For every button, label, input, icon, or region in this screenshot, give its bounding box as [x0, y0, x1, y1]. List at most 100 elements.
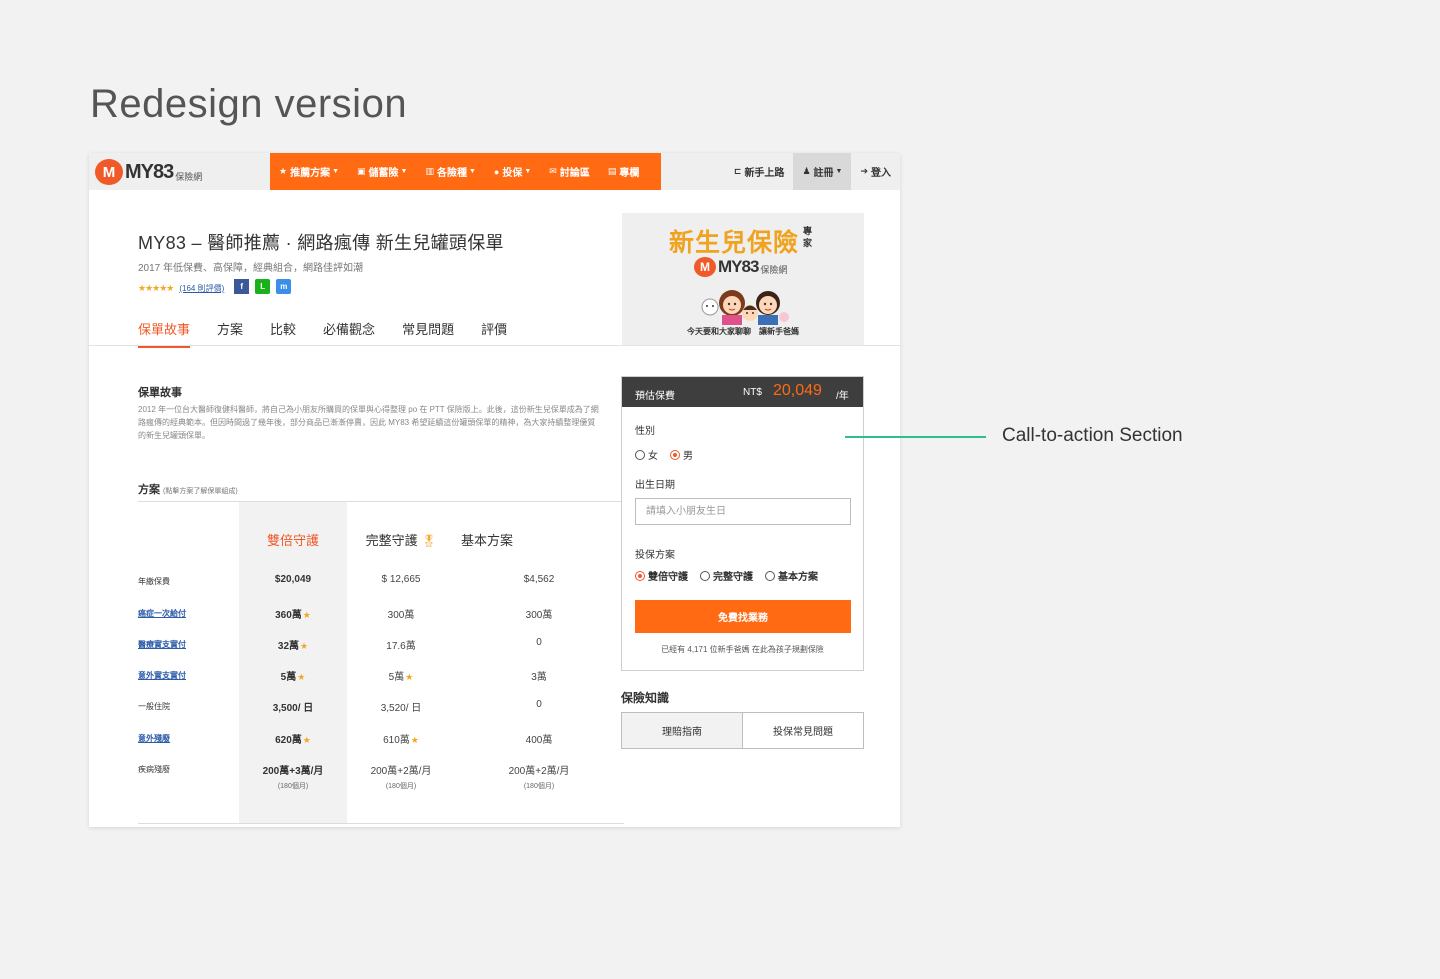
- table-cell: 200萬+2萬/月 (180個月): [485, 762, 593, 791]
- messenger-icon[interactable]: m: [276, 279, 292, 294]
- radio-icon: [700, 570, 710, 581]
- table-cell: 17.6萬: [347, 637, 455, 652]
- birthday-input[interactable]: [635, 498, 851, 525]
- story-body: 2012 年一位台大醫師復健科醫師，將自己為小朋友所購買的保單與心得整理 po …: [138, 405, 599, 440]
- plans-heading-text: 方案: [138, 484, 160, 496]
- login-link[interactable]: ➔ 登入: [851, 153, 900, 190]
- family-illustration-icon: [701, 290, 789, 325]
- menu-label: 討論區: [559, 168, 590, 179]
- site-logo[interactable]: M MY83 保險網: [95, 159, 202, 185]
- star-icon: ★: [405, 672, 414, 682]
- cell-value: 360萬: [275, 610, 302, 621]
- menu-label: 專欄: [619, 168, 640, 179]
- sign-in-icon: ➔: [860, 166, 868, 176]
- newborn-insurance-banner[interactable]: 新生兒保險 專家 M MY83 保險網 今天要和大家聊聊 讓新手爸媽: [622, 213, 864, 345]
- currency-label: NT$: [743, 387, 762, 398]
- book-icon: ▤: [607, 166, 617, 176]
- banner-title: 新生兒保險: [669, 229, 800, 257]
- menu-apply[interactable]: ● 投保 ▼: [493, 164, 531, 180]
- table-cell: 400萬: [485, 731, 593, 746]
- table-cell: $20,049: [239, 574, 347, 585]
- cell-value: 5萬: [280, 672, 297, 683]
- cell-value: 5萬: [388, 672, 405, 683]
- star-icon: ★: [300, 641, 309, 651]
- menu-label: 各險種: [436, 168, 467, 179]
- plan-double-radio[interactable]: 雙倍守護: [635, 568, 688, 583]
- cell-value: 620萬: [275, 735, 302, 746]
- cell-value: 17.6萬: [386, 641, 416, 652]
- logo-mark-icon: M: [694, 257, 716, 277]
- divider: [138, 501, 624, 502]
- review-count-link[interactable]: (164 則評價): [179, 283, 224, 294]
- row-label[interactable]: 意外實支實付: [138, 670, 186, 681]
- row-label[interactable]: 醫療實支實付: [138, 639, 186, 650]
- banner-expert: 專家: [803, 226, 813, 248]
- radio-label: 基本方案: [778, 572, 818, 583]
- cell-value: 610萬: [383, 735, 410, 746]
- star-icon: ★: [297, 672, 306, 682]
- find-agent-button[interactable]: 免費找業務: [635, 600, 851, 633]
- cell-value: 0: [536, 699, 542, 710]
- tab-story[interactable]: 保單故事: [138, 319, 191, 348]
- banner-logo-text: MY83: [718, 257, 759, 276]
- plans-hint: (點擊方案了解保單組成): [163, 488, 238, 495]
- logo-subtext: 保險網: [175, 171, 203, 182]
- star-icon: ★: [302, 610, 311, 620]
- table-cell: 3,500/ 日: [239, 699, 347, 714]
- menu-recommended[interactable]: ★ 推薦方案 ▼: [279, 164, 339, 179]
- menu-forum[interactable]: ✉ 討論區: [549, 164, 590, 179]
- estimated-price: 20,049: [773, 382, 822, 399]
- claims-guide-button[interactable]: 理賠指南: [622, 713, 743, 748]
- info-icon: ●: [493, 166, 500, 177]
- newbie-label: 新手上路: [744, 168, 785, 179]
- knowledge-buttons: 理賠指南 投保常見問題: [621, 712, 864, 749]
- row-label[interactable]: 意外殘廢: [138, 733, 170, 744]
- logo-mark-icon: M: [95, 159, 123, 185]
- plan-basic-radio[interactable]: 基本方案: [765, 568, 818, 583]
- menu-columns[interactable]: ▤ 專欄: [608, 164, 640, 179]
- share-buttons: f L m: [234, 279, 292, 294]
- plan-complete-radio[interactable]: 完整守護: [700, 568, 753, 583]
- menu-label: 推薦方案: [290, 168, 331, 179]
- gender-female-radio[interactable]: 女: [635, 447, 658, 462]
- line-icon[interactable]: L: [255, 279, 271, 294]
- apply-faq-button[interactable]: 投保常見問題: [743, 713, 863, 748]
- tab-plans[interactable]: 方案: [217, 319, 243, 348]
- radio-label: 完整守護: [713, 572, 753, 583]
- annotation-label: Call-to-action Section: [1002, 425, 1183, 446]
- table-cell: 32萬★: [239, 637, 347, 652]
- tab-compare[interactable]: 比較: [270, 319, 296, 348]
- product-title: MY83 – 醫師推薦 · 網路瘋傳 新生兒罐頭保單: [138, 233, 504, 253]
- tab-concepts[interactable]: 必備觀念: [323, 319, 375, 348]
- main-menu: ★ 推薦方案 ▼ ▣ 儲蓄險 ▼ ▥ 各險種 ▼ ● 投保 ▼ ✉ 討論區 ▤ …: [270, 153, 661, 190]
- plan-column-double[interactable]: 雙倍守護: [239, 530, 347, 549]
- banner-logo-subtext: 保險網: [760, 265, 788, 275]
- tab-faq[interactable]: 常見問題: [402, 319, 454, 348]
- gender-male-radio[interactable]: 男: [670, 447, 693, 462]
- user-plus-icon: ♟: [802, 166, 811, 176]
- facebook-icon[interactable]: f: [234, 279, 250, 294]
- table-cell: 3萬: [485, 668, 593, 683]
- radio-label: 男: [683, 451, 693, 462]
- cell-value: 200萬+2萬/月: [508, 766, 570, 777]
- newbie-link[interactable]: ⊏ 新手上路: [725, 153, 794, 190]
- cell-value: 3,520/ 日: [380, 703, 422, 714]
- row-label: 年繳保費: [138, 577, 170, 586]
- menu-insurance-types[interactable]: ▥ 各險種 ▼: [425, 164, 475, 179]
- register-dropdown[interactable]: ♟ 註冊 ▼: [793, 153, 852, 190]
- rating-stars-icon: ★★★★★: [138, 283, 174, 293]
- tab-reviews[interactable]: 評價: [481, 319, 507, 348]
- cell-note: (180個月): [523, 783, 555, 790]
- section-tabs: 保單故事 方案 比較 必備觀念 常見問題 評價: [138, 319, 534, 348]
- radio-icon: [635, 449, 645, 460]
- annotation-line: [845, 436, 986, 438]
- plan-column-basic[interactable]: 基本方案: [433, 530, 541, 549]
- divider: [138, 823, 624, 824]
- menu-savings[interactable]: ▣ 儲蓄險 ▼: [357, 164, 407, 179]
- row-label: 一般住院: [138, 702, 170, 711]
- row-label[interactable]: 癌症一次給付: [138, 608, 186, 619]
- gender-radio-group: 女 男: [635, 447, 705, 462]
- table-cell: 3,520/ 日: [347, 699, 455, 714]
- website-mockup: M MY83 保險網 ★ 推薦方案 ▼ ▣ 儲蓄險 ▼ ▥ 各險種 ▼ ● 投保: [89, 153, 900, 827]
- table-cell: 360萬★: [239, 606, 347, 621]
